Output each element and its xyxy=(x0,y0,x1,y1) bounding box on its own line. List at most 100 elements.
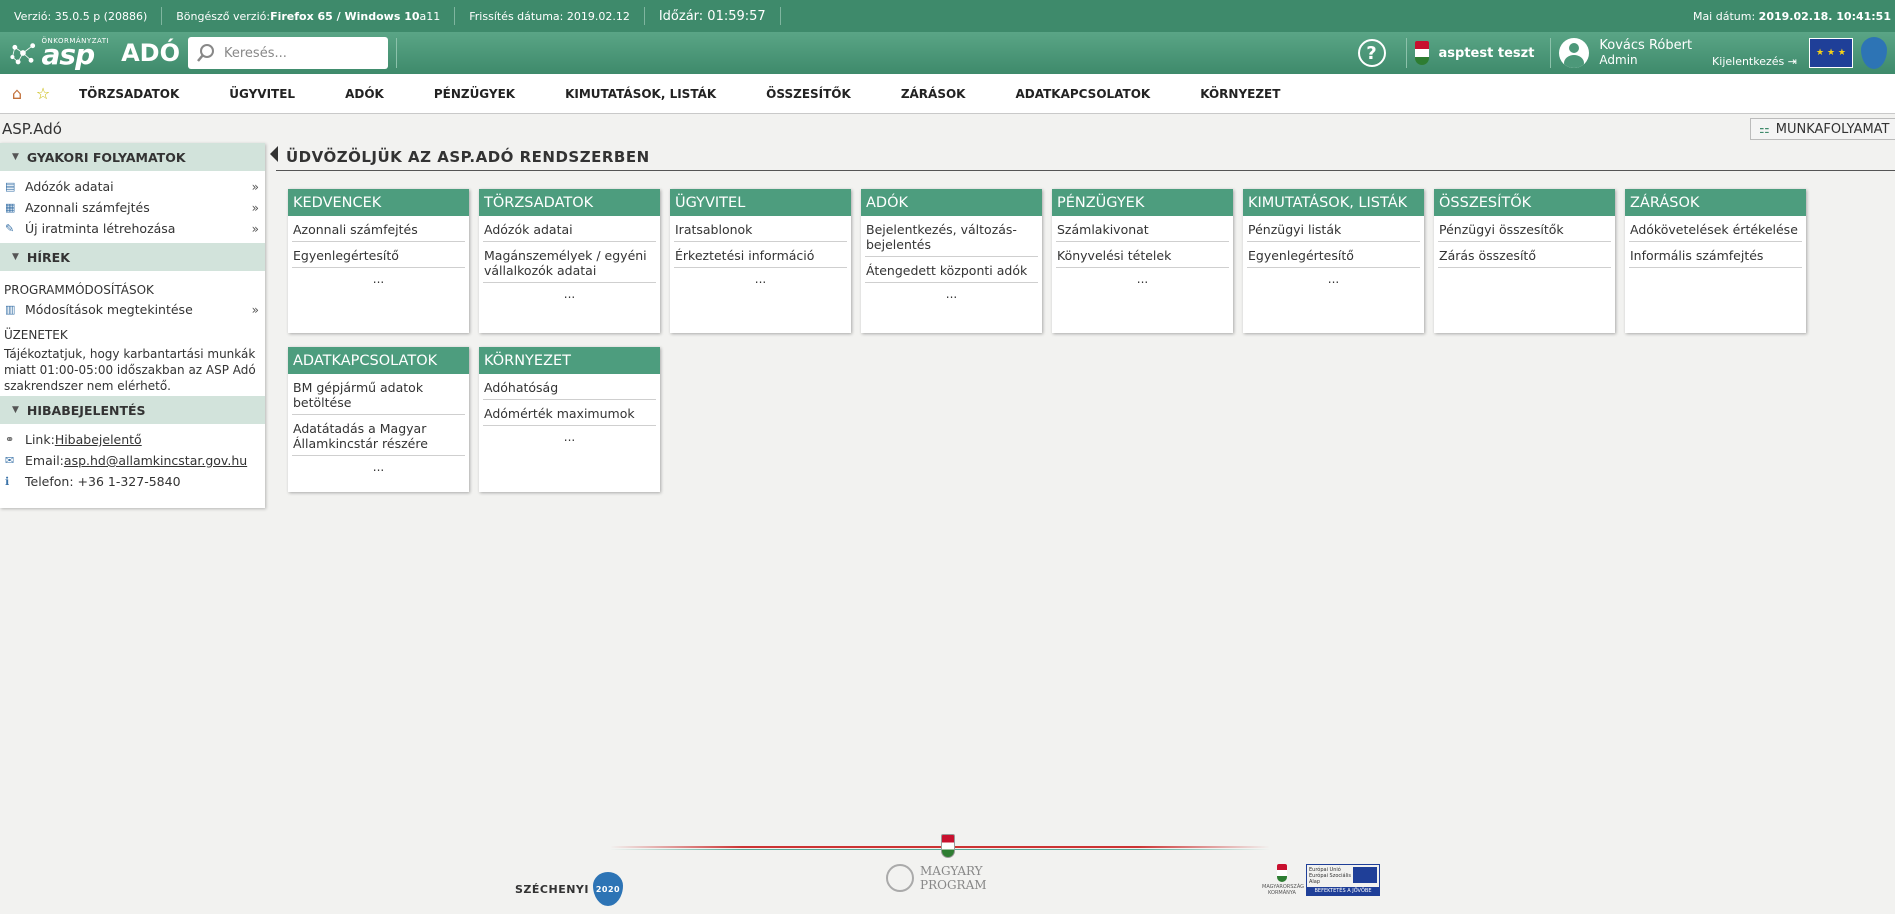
sidebar-item-adozok[interactable]: ▤ Adózók adatai » xyxy=(0,176,265,197)
current-date-label: Mai dátum: xyxy=(1692,9,1759,23)
tile-ugyvitel: ÜGYVITEL Iratsablonok Érkeztetési informá… xyxy=(670,189,851,333)
user-info[interactable]: Kovács Róbert Admin xyxy=(1599,38,1692,67)
tile-link[interactable]: Zárás összesítő xyxy=(1438,242,1611,268)
menu-penzugyek[interactable]: PÉNZÜGYEK xyxy=(409,87,540,101)
eu-funding-logo: MAGYARORSZÁG KORMÁNYA Európai Unió Európ… xyxy=(1262,864,1380,896)
tile-penzugyek: PÉNZÜGYEK Számlakivonat Könyvelési tétele… xyxy=(1052,189,1233,333)
tile-link[interactable]: Azonnali számfejtés xyxy=(292,216,465,242)
welcome-divider xyxy=(276,170,1895,171)
tile-link[interactable]: Adózók adatai xyxy=(483,216,656,242)
section-header-report[interactable]: ▼ HIBABEJELENTÉS xyxy=(0,396,265,424)
tile-link[interactable]: Egyenlegértesítő xyxy=(1247,242,1420,268)
menu-zarasok[interactable]: ZÁRÁSOK xyxy=(876,87,991,101)
tile-link[interactable]: Informális számfejtés xyxy=(1629,242,1802,268)
menu-adatkapcsolatok[interactable]: ADATKAPCSOLATOK xyxy=(990,87,1175,101)
tile-link[interactable]: Adókövetelések értékelése xyxy=(1629,216,1802,242)
logout-button[interactable]: Kijelentkezés ⇥ xyxy=(1712,55,1797,68)
info-icon: ℹ xyxy=(5,475,10,488)
tile-title[interactable]: TÖRZSADATOK xyxy=(479,189,660,216)
menu-osszesitok[interactable]: ÖSSZESÍTŐK xyxy=(741,87,876,101)
magyary-text-2: PROGRAM xyxy=(920,878,987,892)
tile-more[interactable]: ... xyxy=(1056,268,1229,290)
menu-adok[interactable]: ADÓK xyxy=(320,87,409,101)
tile-title[interactable]: ÖSSZESÍTŐK xyxy=(1434,189,1615,216)
section-title: HIBABEJELENTÉS xyxy=(26,402,146,418)
maintenance-message: Tájékoztatjuk, hogy karbantartási munkák… xyxy=(4,347,256,393)
version-info: Verzió: 35.0.5 p (20886) xyxy=(0,7,163,25)
tile-more[interactable]: ... xyxy=(1247,268,1420,290)
user-role: Admin xyxy=(1599,52,1638,67)
tile-link[interactable]: Adómérték maximumok xyxy=(483,400,656,426)
section-title: HÍREK xyxy=(26,249,70,265)
sidebar-item-label: Azonnali számfejtés xyxy=(25,200,150,215)
workflow-label: MUNKAFOLYAMAT xyxy=(1775,121,1890,137)
tile-title[interactable]: PÉNZÜGYEK xyxy=(1052,189,1233,216)
chevron-down-icon: ▼ xyxy=(12,152,19,162)
tile-link[interactable]: Számlakivonat xyxy=(1056,216,1229,242)
page-title: ASP.Adó xyxy=(2,120,62,138)
tile-link[interactable]: Iratsablonok xyxy=(674,216,847,242)
magyary-logo: MAGYARY PROGRAM xyxy=(886,864,987,892)
menu-kimutatasok[interactable]: KIMUTATÁSOK, LISTÁK xyxy=(540,87,741,101)
tile-title[interactable]: ÜGYVITEL xyxy=(670,189,851,216)
tile-link[interactable]: Pénzügyi listák xyxy=(1247,216,1420,242)
menu-ugyvitel[interactable]: ÜGYVITEL xyxy=(204,87,320,101)
avatar[interactable] xyxy=(1559,38,1590,68)
search-input[interactable]: Keresés... xyxy=(188,37,388,69)
workflow-button[interactable]: ⚏ MUNKAFOLYAMAT xyxy=(1750,118,1895,140)
eu-flag-icon xyxy=(1353,867,1377,883)
asp-logo[interactable]: ÖNKORMÁNYZATI asp ADÓ xyxy=(0,37,180,69)
main-menu: ⌂ ☆ TÖRZSADATOK ÜGYVITEL ADÓK PÉNZÜGYEK … xyxy=(0,74,1895,114)
eu-flag-icon: ★ ★ ★ xyxy=(1809,38,1853,68)
sidebar-item-iratminta[interactable]: ✎ Új iratminta létrehozása » xyxy=(0,218,265,239)
tile-link[interactable]: BM gépjármű adatok betöltése xyxy=(292,374,465,415)
tile-kornyezet: KÖRNYEZET Adóhatóság Adómérték maximumok.… xyxy=(479,347,660,492)
menu-torzsadatok[interactable]: TÖRZSADATOK xyxy=(54,87,204,101)
search-placeholder: Keresés... xyxy=(224,45,287,61)
tile-title[interactable]: ADATKAPCSOLATOK xyxy=(288,347,469,374)
double-arrow-icon: » xyxy=(251,179,259,194)
tile-more[interactable]: ... xyxy=(483,426,656,448)
tile-more[interactable]: ... xyxy=(483,283,656,305)
tile-link[interactable]: Átengedett központi adók xyxy=(865,257,1038,283)
report-email-link[interactable]: asp.hd@allamkincstar.gov.hu xyxy=(64,453,247,468)
tile-link[interactable]: Bejelentkezés, változás-bejelentés xyxy=(865,216,1038,257)
home-icon[interactable]: ⌂ xyxy=(6,84,28,103)
tile-link[interactable]: Adatátadás a Magyar Államkincstár részér… xyxy=(292,415,465,456)
coat-of-arms-icon xyxy=(1414,41,1429,65)
help-icon[interactable]: ? xyxy=(1357,39,1386,67)
report-link[interactable]: Hibabejelentő xyxy=(55,432,142,447)
tile-adok: ADÓK Bejelentkezés, változás-bejelentés Á… xyxy=(861,189,1042,333)
sidebar-item-szamfejtes[interactable]: ▦ Azonnali számfejtés » xyxy=(0,197,265,218)
magyary-text-1: MAGYARY xyxy=(920,864,983,878)
tile-more[interactable]: ... xyxy=(674,268,847,290)
tile-link[interactable]: Könyvelési tételek xyxy=(1056,242,1229,268)
browser-suffix: a11 xyxy=(419,9,441,23)
header-divider xyxy=(396,38,397,68)
tile-title[interactable]: KIMUTATÁSOK, LISTÁK xyxy=(1243,189,1424,216)
tile-more[interactable]: ... xyxy=(292,456,465,478)
collapse-sidebar-icon[interactable] xyxy=(270,146,278,162)
tile-title[interactable]: ZÁRÁSOK xyxy=(1625,189,1806,216)
tile-link[interactable]: Pénzügyi összesítők xyxy=(1438,216,1611,242)
report-email-row: ✉ Email: asp.hd@allamkincstar.gov.hu xyxy=(0,450,265,471)
sidebar-item-modositasok[interactable]: ▥ Módosítások megtekintése » xyxy=(0,299,265,320)
sidebar-item-label: Adózók adatai xyxy=(25,179,114,194)
section-header-news[interactable]: ▼ HÍREK xyxy=(0,243,265,271)
tile-title[interactable]: KÖRNYEZET xyxy=(479,347,660,374)
tile-title[interactable]: KEDVENCEK xyxy=(288,189,469,216)
report-link-row: ⚭ Link: Hibabejelentő xyxy=(0,429,265,450)
tile-link[interactable]: Érkeztetési információ xyxy=(674,242,847,268)
menu-kornyezet[interactable]: KÖRNYEZET xyxy=(1175,87,1305,101)
tile-link[interactable]: Egyenlegértesítő xyxy=(292,242,465,268)
tenant-name[interactable]: asptest teszt xyxy=(1439,46,1535,61)
section-header-frequent[interactable]: ▼ GYAKORI FOLYAMATOK xyxy=(0,143,265,171)
tile-more[interactable]: ... xyxy=(865,283,1038,305)
tile-torzsadatok: TÖRZSADATOK Adózók adatai Magánszemélyek … xyxy=(479,189,660,333)
tile-link[interactable]: Adóhatóság xyxy=(483,374,656,400)
tile-link[interactable]: Magánszemélyek / egyéni vállalkozók adat… xyxy=(483,242,656,283)
favorites-star-icon[interactable]: ☆ xyxy=(32,84,54,103)
tile-title[interactable]: ADÓK xyxy=(861,189,1042,216)
tile-more[interactable]: ... xyxy=(292,268,465,290)
document-list-icon: ▥ xyxy=(5,303,16,316)
